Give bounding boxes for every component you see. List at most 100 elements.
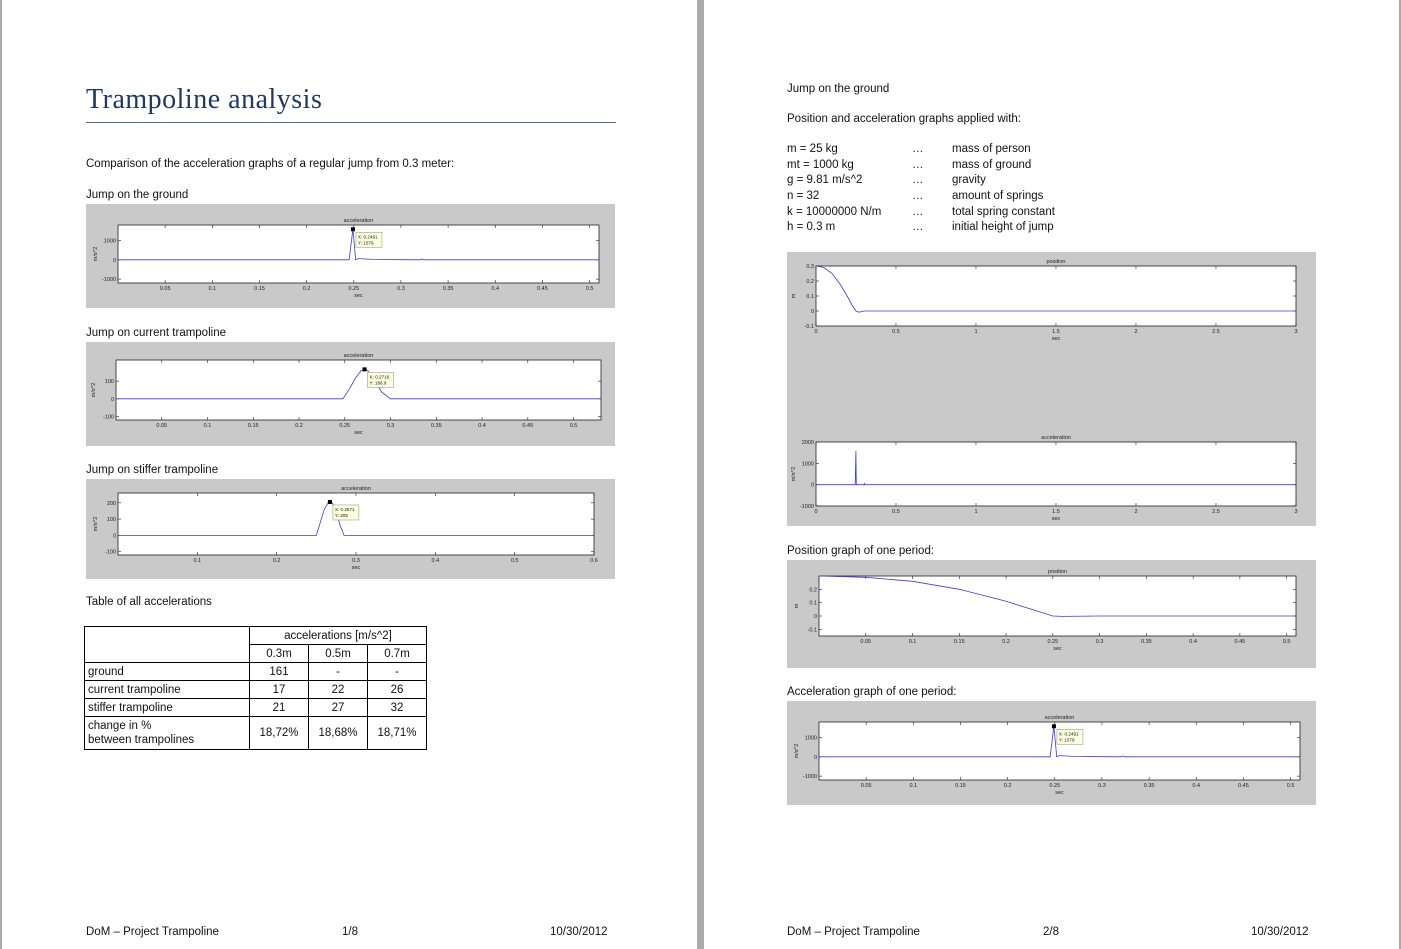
datatip-y: Y: 205 <box>335 513 348 518</box>
x-tick-label: 0.15 <box>955 783 966 789</box>
table-row: 0.3m 0.5m 0.7m <box>84 644 427 663</box>
table-row: current trampoline 17 22 26 <box>84 680 427 699</box>
table-cell: 161 <box>249 662 309 681</box>
chart-ground-acceleration: acceleration 0.05 0.1 0.15 0.2 0.25 0.3 0.35 0.4… <box>93 218 600 299</box>
x-tick-label: 0.2 <box>1002 639 1010 645</box>
chart-title: position <box>1047 259 1066 265</box>
param-dots: … <box>912 205 924 218</box>
x-tick-label: 0.05 <box>160 286 171 292</box>
x-tick-label: 0.45 <box>522 423 533 429</box>
y-axis-label: m <box>794 603 800 608</box>
x-tick-label: 0.25 <box>1049 783 1060 789</box>
figure-accel-period: acceleration 0.05 0.1 0.15 0.2 0.25 0.3 0.35 0.4… <box>787 701 1316 805</box>
x-tick-label: 0.35 <box>431 423 442 429</box>
y-tick-label: -1000 <box>803 774 817 780</box>
list-item: m = 25 kg … mass of person <box>787 142 1087 158</box>
parameter-list: m = 25 kg … mass of person mt = 1000 kg … ma… <box>787 142 1087 236</box>
document-title: Trampoline analysis <box>86 84 323 115</box>
y-tick-label: 0 <box>814 755 817 761</box>
x-tick-label: 0.5 <box>511 558 519 564</box>
datatip-y: Y: 1579 <box>1059 737 1075 742</box>
row-label: ground <box>84 662 250 681</box>
y-tick-label: -0.1 <box>805 324 814 330</box>
title-rule <box>86 122 616 123</box>
heading-jump-current: Jump on current trampoline <box>86 327 226 339</box>
y-tick-label: -0.1 <box>808 627 817 633</box>
y-tick-label: 0 <box>811 483 814 489</box>
x-tick-label: 0.15 <box>248 423 259 429</box>
datatip-x: X: 0.2491 <box>358 234 378 239</box>
row-label: current trampoline <box>84 680 250 699</box>
param-dots: … <box>912 190 924 203</box>
y-tick-label: -100 <box>105 550 116 556</box>
x-tick-label: 0.5 <box>570 423 578 429</box>
x-tick-label: 0.35 <box>1144 783 1155 789</box>
x-tick-label: 0.4 <box>491 286 499 292</box>
param-dots: … <box>912 221 924 234</box>
y-tick-label: 100 <box>107 517 116 523</box>
x-tick-label: 0.3 <box>352 558 360 564</box>
footer-page-number: 2/8 <box>1043 926 1059 938</box>
intro-text: Comparison of the acceleration graphs of… <box>86 158 455 170</box>
chart-title: acceleration <box>341 486 371 492</box>
x-tick-label: 0.5 <box>892 509 900 515</box>
table-cell: 17 <box>249 680 309 699</box>
param-description: mass of ground <box>952 158 1032 171</box>
change-label-line2: between trampolines <box>88 734 195 746</box>
table-cell: 21 <box>249 698 309 717</box>
y-tick-label: 200 <box>107 501 116 507</box>
footer-page-number: 1/8 <box>342 926 358 938</box>
param-name: k = 10000000 N/m <box>787 205 882 218</box>
table-row: accelerations [m/s^2] <box>84 626 427 645</box>
x-tick-label: 0 <box>814 329 817 335</box>
param-description: initial height of jump <box>952 221 1054 234</box>
datatip-x: X: 0.2491 <box>1059 731 1079 736</box>
plot-area <box>815 265 1297 327</box>
x-tick-label: 0.4 <box>1192 783 1200 789</box>
x-tick-label: 0.45 <box>1235 639 1246 645</box>
x-tick-label: 3 <box>1294 509 1297 515</box>
x-tick-label: 0.2 <box>1004 783 1012 789</box>
y-tick-label: -1000 <box>800 504 814 510</box>
list-item: n = 32 … amount of springs <box>787 189 1087 205</box>
y-tick-label: 0.2 <box>806 279 814 285</box>
column-header: 0.7m <box>367 644 427 663</box>
x-tick-label: 2.5 <box>1212 509 1220 515</box>
footer-date: 10/30/2012 <box>1251 926 1309 938</box>
x-tick-label: 0.6 <box>590 558 598 564</box>
heading-position-period: Position graph of one period: <box>787 545 935 557</box>
param-name: h = 0.3 m <box>787 221 836 234</box>
x-tick-label: 0.1 <box>204 423 212 429</box>
y-tick-label: 0.3 <box>806 264 814 270</box>
row-label: stiffer trampoline <box>84 698 250 717</box>
chart-accel-period: acceleration 0.05 0.1 0.15 0.2 0.25 0.3 0.35 0.4… <box>794 715 1301 796</box>
x-axis-label: sec <box>1052 516 1061 522</box>
footer-left: DoM – Project Trampoline <box>86 926 219 938</box>
x-tick-label: 0.4 <box>432 558 440 564</box>
x-tick-label: 0.35 <box>1141 639 1152 645</box>
table-cell: 18,72% <box>249 716 309 750</box>
y-tick-label: 0 <box>811 309 814 315</box>
datatip-marker <box>362 367 367 372</box>
table-row: ground 161 - - <box>84 662 427 681</box>
param-description: mass of person <box>952 143 1031 155</box>
document-page-1: Trampoline analysis Comparison of the ac… <box>2 0 697 949</box>
x-tick-label: 0.5 <box>1287 783 1295 789</box>
plot-area <box>117 492 595 556</box>
y-tick-label: 0.2 <box>809 587 817 593</box>
table-cell: 22 <box>308 680 368 699</box>
x-tick-label: 3 <box>1294 329 1297 335</box>
table-cell: - <box>367 662 427 681</box>
y-axis-label: m/s^2 <box>93 247 99 262</box>
datatip-marker <box>1051 724 1056 729</box>
document-page-2: Jump on the ground Position and accelera… <box>704 0 1399 949</box>
heading-jump-ground: Jump on the ground <box>787 83 890 95</box>
y-axis-label: m/s^2 <box>91 383 97 398</box>
x-tick-label: 0.25 <box>1047 639 1058 645</box>
x-tick-label: 0.3 <box>1098 783 1106 789</box>
x-tick-label: 0.2 <box>295 423 303 429</box>
y-tick-label: 0 <box>113 533 116 539</box>
figure-stiffer-acceleration: acceleration 0.1 0.2 0.3 0.4 0.5 0.6 200 100 0 -10… <box>86 479 615 579</box>
figure-ground-acceleration: acceleration 0.05 0.1 0.15 0.2 0.25 0.3 0.35 0.4… <box>86 204 615 308</box>
column-header: 0.3m <box>249 644 309 663</box>
